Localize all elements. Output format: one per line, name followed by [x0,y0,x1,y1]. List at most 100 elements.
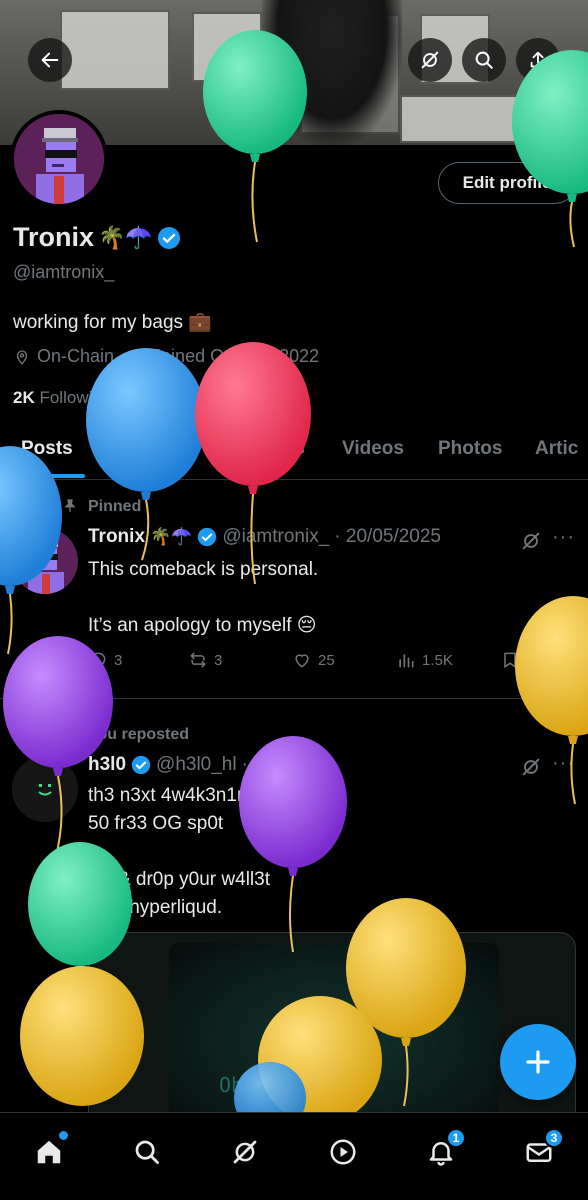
edit-profile-button[interactable]: Edit profile [438,162,576,204]
post-handle[interactable]: @iamtronix_ [222,526,329,548]
bookmark-button[interactable] [500,650,520,670]
home-icon [37,1140,61,1164]
nav-search[interactable] [122,1127,172,1177]
post-handle[interactable]: @h3l0_hl [156,754,237,776]
post-divider [0,698,588,699]
followers-count: 1.4K [125,388,162,407]
repost-context-icon [62,726,78,745]
tab-posts[interactable]: Posts [21,438,73,460]
profile-avatar[interactable] [10,110,108,208]
search-button[interactable] [462,38,506,82]
bookmark-icon [504,652,516,669]
more-options-icon[interactable]: ··· [552,526,575,549]
reply-count: 3 [114,651,123,669]
post-context: Pinned [88,498,142,515]
post-author[interactable]: Tronix [88,526,145,548]
search-icon [475,51,493,69]
verified-badge-icon[interactable] [157,226,181,250]
search-icon [135,1140,159,1164]
profile-tabs: Posts Replies Highlights Videos Photos A… [0,426,588,480]
avatar-image [14,114,104,204]
share-icon [530,51,546,68]
arrow-left-icon [41,52,59,68]
followers-link[interactable]: 1.4K Followers [125,388,238,408]
verified-badge-icon [131,755,151,775]
nav-notifications[interactable]: 1 [416,1127,466,1177]
notifications-badge: 1 [446,1128,466,1148]
pin-icon [62,498,78,517]
tab-highlights[interactable]: Highlights [212,438,305,460]
repost-button[interactable]: 3 [188,650,292,670]
post-author[interactable]: h3l0 [88,754,126,776]
profile-location: On-Chain [37,346,115,366]
messages-badge: 3 [544,1128,564,1148]
tab-articles[interactable]: Artic [535,438,578,460]
media-screen [169,943,499,1131]
profile-joined: Joined October 2022 [152,346,320,366]
following-label: Following [39,388,112,407]
bottom-navigation: 1 3 [0,1112,588,1200]
post-avatar[interactable] [12,756,78,822]
heart-icon [295,654,309,668]
post-text: th3 n3xt 4w4k3n1ng ch00s3s 50 fr33 OG sp… [88,785,335,918]
calendar-icon [130,349,144,364]
following-count: 2K [13,388,35,407]
avatar-image [12,756,78,822]
play-icon [330,1139,356,1165]
banner-window [60,10,170,90]
repost-count: 3 [214,651,223,669]
pinned-post[interactable]: Pinned Tronix 🌴☂️ @iamtronix_ · 20/05/20… [0,480,588,698]
grok-icon [421,51,439,69]
view-count: 1.5K [422,651,453,669]
post-author-emoji: 🌴☂️ [150,527,193,546]
verified-badge-icon [198,527,217,547]
like-count: 25 [318,651,335,669]
avatar-image [12,528,78,594]
media-text: Oh [219,1073,244,1097]
back-button[interactable] [28,38,72,82]
reply-icon [90,652,106,669]
repost-icon [190,652,206,668]
nav-messages[interactable]: 3 [514,1127,564,1177]
post-time: · 12h [241,754,285,775]
nav-grok[interactable] [220,1127,270,1177]
nav-videos[interactable] [318,1127,368,1177]
profile-meta: On-Chain Joined October 2022 [13,346,319,367]
nav-home[interactable] [24,1127,74,1177]
location-icon [16,349,28,365]
profile-name: Tronix 🌴☂️ [13,222,181,253]
home-unread-dot [59,1131,68,1140]
post-header: h3l0 @h3l0_hl · 12h [88,754,285,776]
post-avatar[interactable] [12,528,78,594]
profile-display-name: Tronix [13,222,95,252]
reply-button[interactable]: 3 [88,650,188,670]
tab-photos[interactable]: Photos [438,438,502,460]
tab-videos[interactable]: Videos [342,438,404,460]
profile-name-emoji: 🌴☂️ [98,224,153,250]
profile-handle: @iamtronix_ [13,262,115,282]
views-button[interactable]: 1.5K [396,650,500,670]
follow-stats: 2K Following 1.4K Followers [13,388,239,408]
grok-button[interactable] [408,38,452,82]
followers-label: Followers [165,388,239,407]
banner-window [192,12,262,82]
tab-replies[interactable]: Replies [112,438,180,460]
active-tab-indicator [15,474,85,478]
following-link[interactable]: 2K Following [13,388,111,408]
views-icon [399,654,414,668]
banner-figure [262,0,402,145]
grok-icon [233,1140,257,1164]
grok-icon[interactable] [520,756,542,778]
post-media[interactable]: Oh [88,932,576,1132]
post-date: · 20/05/2025 [334,526,441,547]
grok-icon[interactable] [520,530,542,552]
post-actions: 3 3 25 1.5K [88,650,578,670]
like-button[interactable]: 25 [292,650,396,670]
plus-icon [526,1050,550,1074]
post-text: This comeback is personal. It’s an apolo… [88,559,319,636]
more-options-icon[interactable]: ··· [552,752,575,775]
banner-window [400,95,550,143]
compose-post-button[interactable] [500,1024,576,1100]
share-button[interactable] [516,38,560,82]
post-context: You reposted [88,726,190,743]
